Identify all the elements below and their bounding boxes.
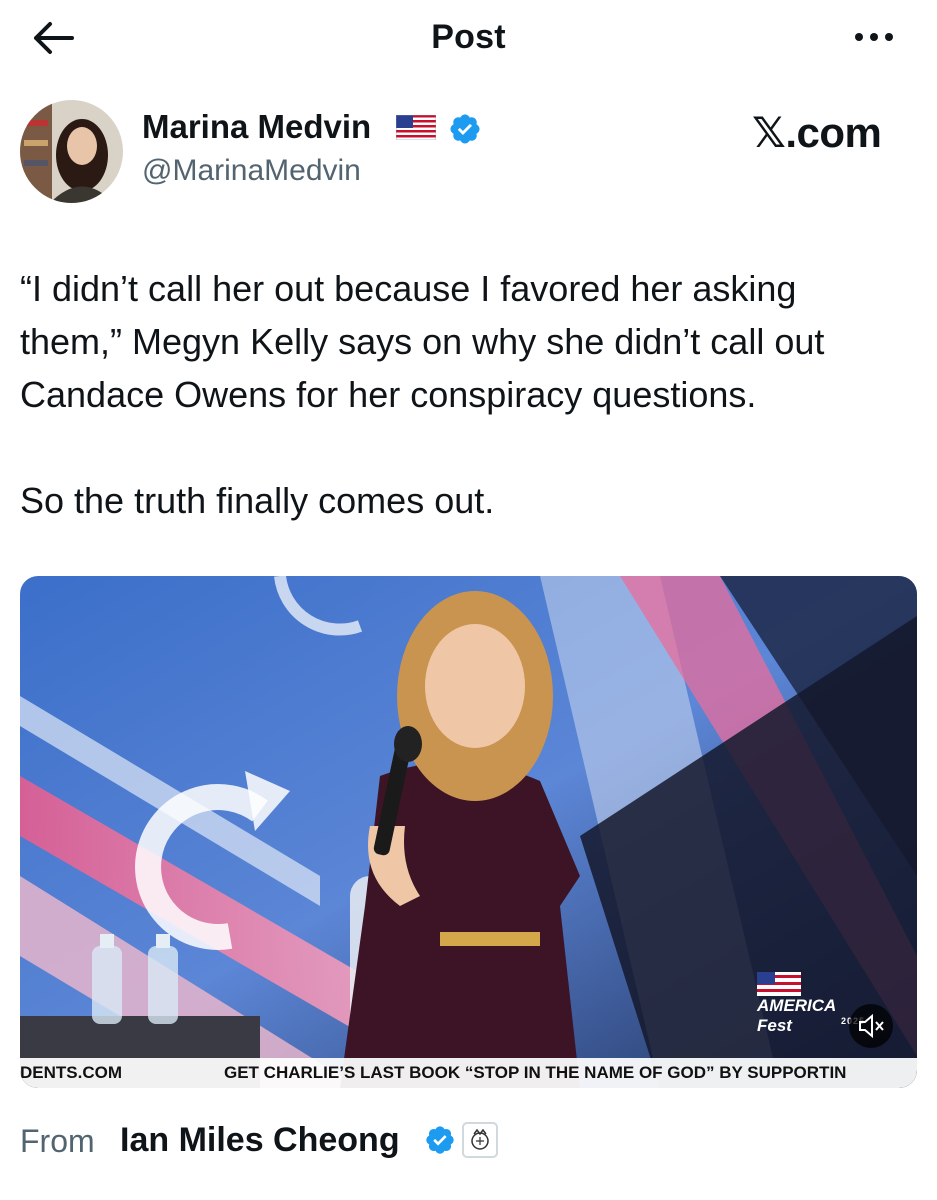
tweet-line: Candace Owens for her conspiracy questio… — [20, 374, 757, 415]
mute-button[interactable] — [849, 1004, 893, 1048]
author-handle[interactable]: @MarinaMedvin — [142, 154, 361, 188]
news-ticker: DENTS.COM GET CHARLIE’S LAST BOOK “STOP … — [20, 1058, 917, 1088]
avatar-image — [20, 100, 123, 203]
tweet-line: “I didn’t call her out because I favored… — [20, 268, 797, 309]
verified-badge-icon — [450, 114, 480, 144]
top-bar: Post — [0, 0, 937, 80]
more-horizontal-icon — [855, 33, 893, 41]
watermark-text: 𝕏.com — [752, 109, 882, 156]
affiliate-badge[interactable] — [462, 1122, 498, 1158]
ticker-left-text: DENTS.COM — [20, 1063, 122, 1082]
us-flag-icon — [757, 972, 801, 996]
tweet-text: “I didn’t call her out because I favored… — [20, 262, 920, 527]
page-title: Post — [431, 18, 506, 56]
more-button[interactable] — [849, 22, 899, 52]
avatar[interactable] — [20, 100, 123, 203]
verified-badge-icon — [426, 1126, 454, 1154]
ticker-right-text: GET CHARLIE’S LAST BOOK “STOP IN THE NAM… — [224, 1063, 847, 1082]
affiliate-badge-icon — [471, 1128, 489, 1150]
from-label: From — [20, 1123, 95, 1159]
video-player[interactable]: AMERICA Fest 2025 DENTS.COM GET CHARLIE’… — [20, 576, 917, 1088]
tweet-line: them,” Megyn Kelly says on why she didn’… — [20, 321, 825, 362]
volume-muted-icon — [859, 1013, 884, 1039]
us-flag-icon — [396, 115, 436, 140]
tweet-line: So the truth finally comes out. — [20, 480, 495, 521]
from-account-name[interactable]: Ian Miles Cheong — [120, 1121, 400, 1160]
author-name[interactable]: Marina Medvin — [142, 108, 371, 146]
